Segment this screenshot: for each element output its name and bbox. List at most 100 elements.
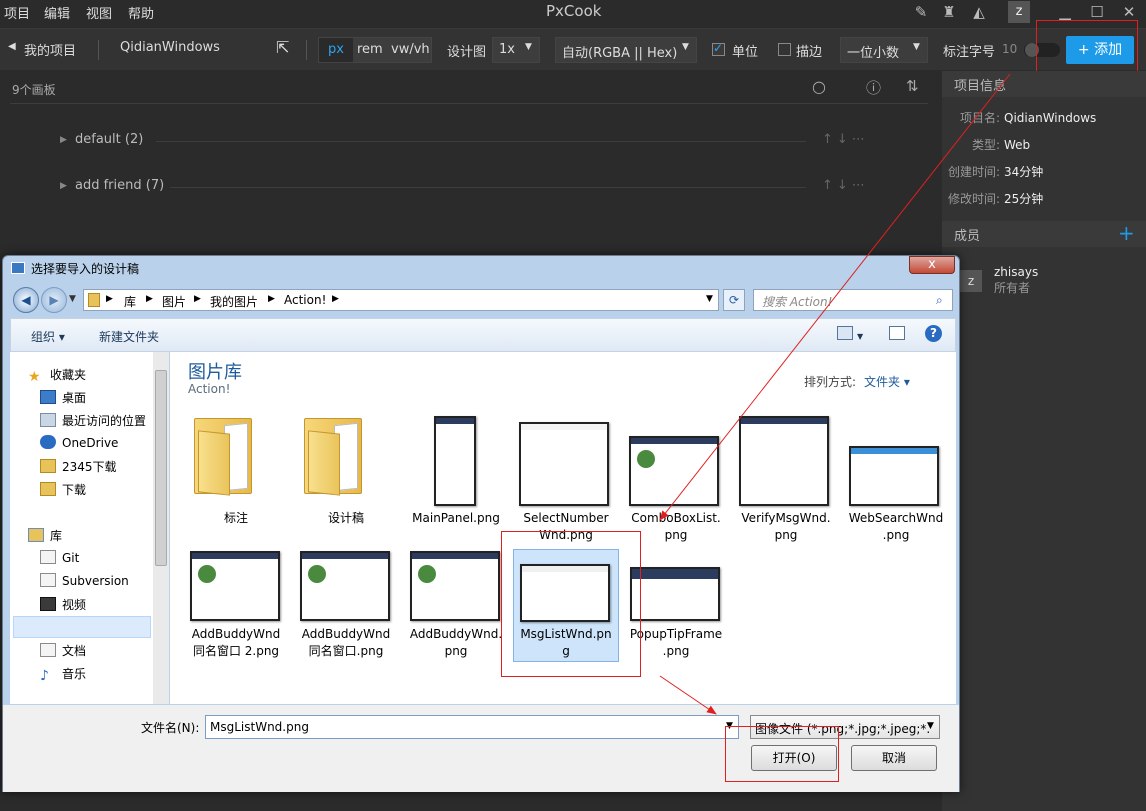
menubar: 项目 编辑 视图 帮助 PxCook ✎ ♜ ◭ z ▁ ☐ ✕: [0, 0, 1146, 24]
image-thumbnail[interactable]: [300, 551, 390, 621]
folder-icon[interactable]: [194, 414, 254, 496]
dialog-close-button[interactable]: x: [909, 256, 955, 274]
bell-icon[interactable]: ◭: [968, 1, 990, 23]
crumb-arrow-icon: ▶: [194, 294, 201, 304]
sort-label: 排列方式:: [804, 375, 857, 389]
search-icon[interactable]: ○: [812, 77, 826, 96]
image-thumbnail[interactable]: [849, 446, 939, 506]
image-thumbnail[interactable]: [739, 416, 829, 506]
nav-recent[interactable]: 最近访问的位置: [40, 412, 146, 432]
menu-view[interactable]: 视图: [86, 3, 112, 22]
members-header: 成员: [942, 221, 1146, 247]
new-folder-button[interactable]: 新建文件夹: [99, 328, 159, 345]
nav-videos[interactable]: 视频: [40, 596, 86, 616]
image-thumbnail[interactable]: [629, 436, 719, 506]
file-label[interactable]: AddBuddyWnd 同名窗口.png: [292, 626, 400, 660]
preview-pane-icon[interactable]: [889, 326, 905, 340]
file-label[interactable]: AddBuddyWnd 同名窗口 2.png: [182, 626, 290, 660]
nav-label: OneDrive: [62, 436, 119, 450]
nav-git[interactable]: Git: [40, 550, 79, 570]
file-label[interactable]: MainPanel.png: [402, 510, 510, 527]
file-label[interactable]: VerifyMsgWnd. png: [732, 510, 840, 544]
forward-nav-button[interactable]: ▶: [41, 287, 67, 313]
menu-project[interactable]: 项目: [4, 3, 30, 22]
nav-onedrive[interactable]: OneDrive: [40, 435, 118, 455]
file-label[interactable]: WebSearchWnd .png: [842, 510, 950, 544]
filename-input[interactable]: MsgListWnd.png ▼: [205, 715, 739, 739]
refresh-icon[interactable]: ⟳: [723, 289, 745, 311]
nav-scroll-thumb[interactable]: [155, 370, 167, 566]
image-thumbnail[interactable]: [190, 551, 280, 621]
menu-help[interactable]: 帮助: [128, 3, 154, 22]
color-mode-select[interactable]: 自动(RGBA || Hex) ▼: [555, 37, 697, 63]
group-add-friend[interactable]: add friend (7): [75, 178, 164, 198]
expand-arrow-icon[interactable]: ▶: [60, 135, 67, 145]
nav-subversion[interactable]: Subversion: [40, 573, 129, 593]
back-button[interactable]: 我的项目: [24, 40, 76, 59]
image-thumbnail[interactable]: [519, 422, 609, 506]
pen-icon[interactable]: ✎: [910, 1, 932, 23]
nav-favorites[interactable]: ★ 收藏夹: [28, 366, 86, 386]
chevron-down-icon[interactable]: ▼: [857, 332, 863, 341]
image-thumbnail[interactable]: [410, 551, 500, 621]
filename-value: MsgListWnd.png: [210, 720, 309, 734]
info-icon[interactable]: ⓘ: [866, 77, 881, 98]
gift-icon[interactable]: ♜: [938, 1, 960, 23]
nav-downloads[interactable]: 下载: [40, 481, 86, 501]
nav-music[interactable]: ♪ 音乐: [40, 665, 86, 685]
group-default[interactable]: default (2): [75, 132, 143, 152]
color-mode-value: 自动(RGBA || Hex): [562, 46, 678, 61]
project-name: QidianWindows: [120, 40, 220, 55]
unit-px[interactable]: px: [319, 38, 353, 62]
help-icon[interactable]: ?: [925, 325, 942, 342]
nav-label: 2345下载: [62, 460, 117, 474]
user-avatar[interactable]: z: [1008, 1, 1030, 23]
add-member-icon[interactable]: +: [1118, 221, 1135, 245]
unit-rem[interactable]: rem: [357, 42, 383, 57]
crumb-pictures[interactable]: 图片: [162, 293, 186, 310]
scale-select[interactable]: 1x ▼: [492, 37, 540, 63]
nav-desktop[interactable]: 桌面: [40, 389, 86, 409]
address-bar[interactable]: ▶ 库 ▶ 图片 ▶ 我的图片 ▶ Action! ▶ ▼: [83, 289, 719, 311]
back-nav-button[interactable]: ◀: [13, 287, 39, 313]
back-arrow-icon[interactable]: ◀: [8, 41, 16, 52]
nav-documents[interactable]: 文档: [40, 642, 86, 662]
unit-checkbox[interactable]: [712, 41, 725, 56]
view-options-icon[interactable]: [837, 326, 853, 340]
address-dropdown-icon[interactable]: ▼: [706, 294, 713, 304]
image-thumbnail[interactable]: [434, 416, 476, 506]
library-subtitle: Action!: [188, 382, 231, 396]
search-icon: ⌕: [936, 293, 943, 307]
file-label[interactable]: 设计稿: [292, 510, 400, 527]
unit-vw[interactable]: vw/vh: [391, 42, 430, 57]
search-placeholder: 搜索 Action!: [762, 295, 833, 309]
nav-libraries[interactable]: 库: [28, 527, 62, 547]
group-actions-icon[interactable]: ↑↓⋯: [822, 132, 869, 147]
cancel-button[interactable]: 取消: [851, 745, 937, 771]
image-thumbnail[interactable]: [630, 567, 720, 621]
history-dropdown-icon[interactable]: ▼: [69, 294, 76, 304]
group-actions-icon[interactable]: ↑↓⋯: [822, 178, 869, 193]
organize-button[interactable]: 组织 ▾: [31, 328, 65, 345]
expand-arrow-icon[interactable]: ▶: [60, 181, 67, 191]
crumb-arrow-icon: ▶: [146, 294, 153, 304]
crumb-action[interactable]: Action!: [284, 293, 326, 307]
stroke-checkbox[interactable]: [778, 43, 791, 56]
crumb-library[interactable]: 库: [124, 293, 136, 310]
music-icon: ♪: [40, 668, 49, 684]
decimal-select[interactable]: 一位小数 ▼: [840, 37, 928, 63]
menu-edit[interactable]: 编辑: [44, 3, 70, 22]
nav-label: 最近访问的位置: [62, 414, 147, 428]
chevron-down-icon[interactable]: ▼: [927, 721, 934, 731]
cloud-icon: [40, 435, 56, 449]
export-icon[interactable]: ⇱: [276, 38, 289, 57]
folder-icon[interactable]: [304, 414, 364, 496]
crumb-my-pictures[interactable]: 我的图片: [210, 293, 258, 310]
nav-2345-downloads[interactable]: 2345下载: [40, 458, 117, 478]
sort-icon[interactable]: ⇅: [906, 77, 919, 95]
search-input[interactable]: 搜索 Action! ⌕: [753, 289, 953, 311]
nav-label: 桌面: [62, 391, 87, 405]
file-label[interactable]: 标注: [182, 510, 290, 527]
file-label[interactable]: AddBuddyWnd. png: [402, 626, 510, 660]
sort-dropdown[interactable]: 文件夹 ▾: [864, 375, 910, 389]
